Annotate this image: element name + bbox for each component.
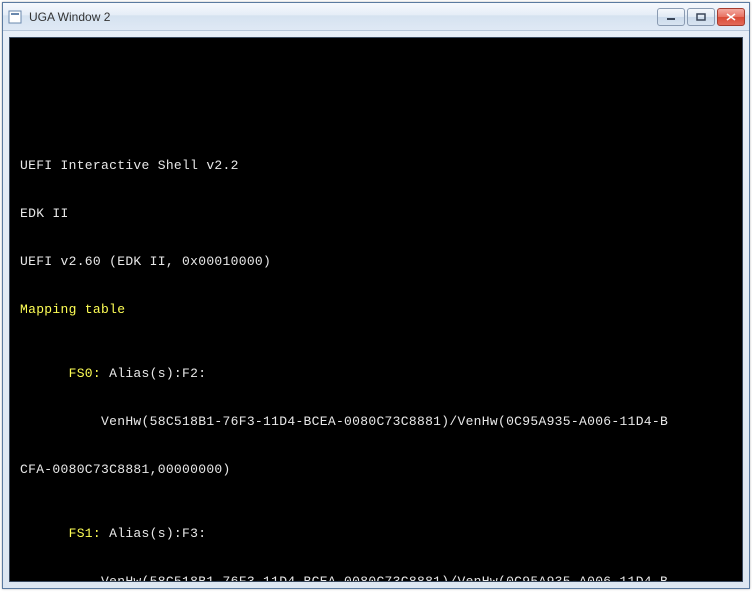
console-area[interactable]: UEFI Interactive Shell v2.2 EDK II UEFI … (9, 37, 743, 582)
map-entry: FS1: Alias(s):F3: (20, 526, 732, 542)
mapping-table-label: Mapping table (20, 302, 732, 318)
shell-edk: EDK II (20, 206, 732, 222)
window-title: UGA Window 2 (29, 10, 657, 24)
console-output: UEFI Interactive Shell v2.2 EDK II UEFI … (20, 46, 732, 582)
map-path-cont: CFA-0080C73C8881,00000000) (20, 462, 732, 478)
maximize-button[interactable] (687, 8, 715, 26)
app-icon (7, 9, 23, 25)
map-entry: FS0: Alias(s):F2: (20, 366, 732, 382)
window-controls (657, 8, 745, 26)
minimize-button[interactable] (657, 8, 685, 26)
close-button[interactable] (717, 8, 745, 26)
shell-version: UEFI v2.60 (EDK II, 0x00010000) (20, 254, 732, 270)
app-window: UGA Window 2 UEFI Interactive Shell v2.2… (2, 2, 750, 589)
map-path: VenHw(58C518B1-76F3-11D4-BCEA-0080C73C88… (20, 414, 732, 430)
titlebar[interactable]: UGA Window 2 (3, 3, 749, 31)
map-path: VenHw(58C518B1-76F3-11D4-BCEA-0080C73C88… (20, 574, 732, 582)
shell-header: UEFI Interactive Shell v2.2 (20, 158, 732, 174)
